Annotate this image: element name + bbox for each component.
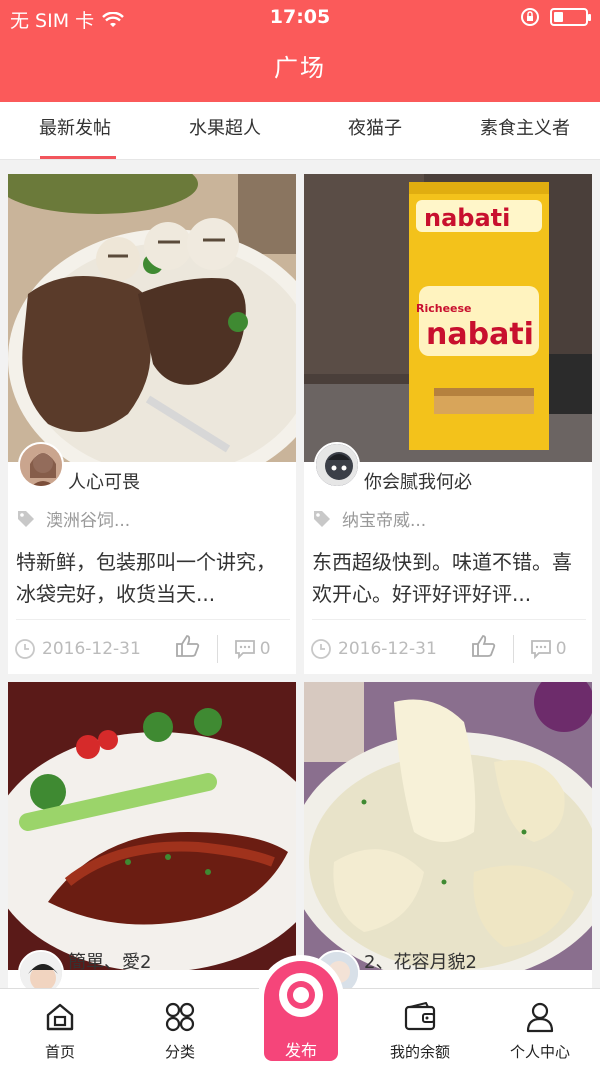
- category-tabs: 最新发帖 水果超人 夜猫子 素食主义者: [0, 102, 600, 160]
- divider: [312, 619, 586, 620]
- home-icon: [46, 1003, 74, 1031]
- tab-fruit-superman[interactable]: 水果超人: [150, 102, 300, 159]
- post-location: 纳宝帝威...: [312, 506, 426, 531]
- post-photo-steak[interactable]: [8, 174, 296, 462]
- comment-button[interactable]: 0: [530, 639, 567, 659]
- post-location: 澳洲谷饲...: [16, 506, 130, 531]
- status-bar: 无 SIM 卡 17:05: [0, 0, 600, 34]
- tab-night-owl[interactable]: 夜猫子: [300, 102, 450, 159]
- clock: 17:05: [269, 6, 331, 28]
- post-username[interactable]: 人心可畏: [68, 468, 140, 494]
- publish-button[interactable]: 发布: [258, 955, 344, 1067]
- tag-icon: [314, 510, 330, 527]
- category-icon: [165, 1002, 195, 1032]
- comment-count: 0: [555, 638, 567, 659]
- tag-icon: [18, 510, 34, 527]
- svg-text:Richeese: Richeese: [416, 302, 472, 315]
- post-card[interactable]: 人心可畏 澳洲谷饲... 特新鲜，包装那叫一个讲究，冰袋完好，收货当天... 2…: [8, 174, 296, 674]
- clock-icon: [311, 638, 331, 659]
- post-card[interactable]: 簡單、愛2: [8, 682, 296, 988]
- svg-text:nabati: nabati: [424, 204, 510, 232]
- thumbs-up-icon: [175, 635, 200, 657]
- comment-button[interactable]: 0: [234, 639, 271, 659]
- post-username[interactable]: 2、花容月貌2: [364, 948, 477, 974]
- comment-count: 0: [259, 638, 271, 659]
- nav-home-label: 首页: [44, 1043, 75, 1061]
- page-title: 广场: [274, 54, 326, 82]
- comment-icon: [234, 639, 255, 659]
- nav-balance-label: 我的余额: [389, 1043, 450, 1061]
- battery-icon: [550, 8, 591, 26]
- wallet-icon: [404, 1002, 436, 1031]
- post-date: 2016-12-31: [338, 638, 437, 659]
- publish-label: 发布: [284, 1041, 317, 1060]
- avatar[interactable]: [314, 442, 360, 488]
- like-button[interactable]: [175, 634, 201, 663]
- nav-profile-label: 个人中心: [509, 1043, 570, 1061]
- post-username[interactable]: 簡單、愛2: [68, 948, 151, 974]
- post-photo-wafer-box[interactable]: nabati nabati Richeese: [304, 174, 592, 462]
- avatar[interactable]: [18, 442, 64, 488]
- nav-category-label: 分类: [164, 1043, 195, 1061]
- nav-home[interactable]: 首页: [0, 989, 120, 1067]
- post-description: 特新鲜，包装那叫一个讲究，冰袋完好，收货当天...: [16, 550, 276, 606]
- rotation-lock-icon: [521, 8, 539, 26]
- nav-profile[interactable]: 个人中心: [480, 989, 600, 1067]
- post-card[interactable]: nabati nabati Richeese 你会腻我何必 纳宝帝威... 东西…: [304, 174, 592, 674]
- tab-latest-posts[interactable]: 最新发帖: [0, 102, 150, 159]
- avatar[interactable]: [18, 950, 64, 988]
- post-meta: 2016-12-31 0: [310, 634, 567, 663]
- svg-text:nabati: nabati: [426, 317, 534, 352]
- post-description: 东西超级快到。味道不错。喜欢开心。好评好评好评...: [312, 550, 572, 606]
- post-card[interactable]: 2、花容月貌2: [304, 682, 592, 988]
- post-date: 2016-12-31: [42, 638, 141, 659]
- user-icon: [526, 1002, 554, 1033]
- comment-icon: [530, 639, 551, 659]
- post-meta: 2016-12-31 0: [14, 634, 271, 663]
- post-photo-wontons[interactable]: [304, 682, 592, 970]
- divider: [16, 619, 290, 620]
- location-label: 纳宝帝威...: [342, 511, 427, 531]
- clock-icon: [15, 638, 35, 659]
- nav-bar: 广场: [0, 34, 600, 102]
- thumbs-up-icon: [471, 635, 496, 657]
- location-label: 澳洲谷饲...: [46, 511, 131, 531]
- nav-category[interactable]: 分类: [120, 989, 240, 1067]
- post-username[interactable]: 你会腻我何必: [364, 468, 472, 494]
- post-photo-braised-fish[interactable]: [8, 682, 296, 970]
- nav-balance[interactable]: 我的余额: [360, 989, 480, 1067]
- like-button[interactable]: [471, 634, 497, 663]
- tab-vegetarian[interactable]: 素食主义者: [450, 102, 600, 159]
